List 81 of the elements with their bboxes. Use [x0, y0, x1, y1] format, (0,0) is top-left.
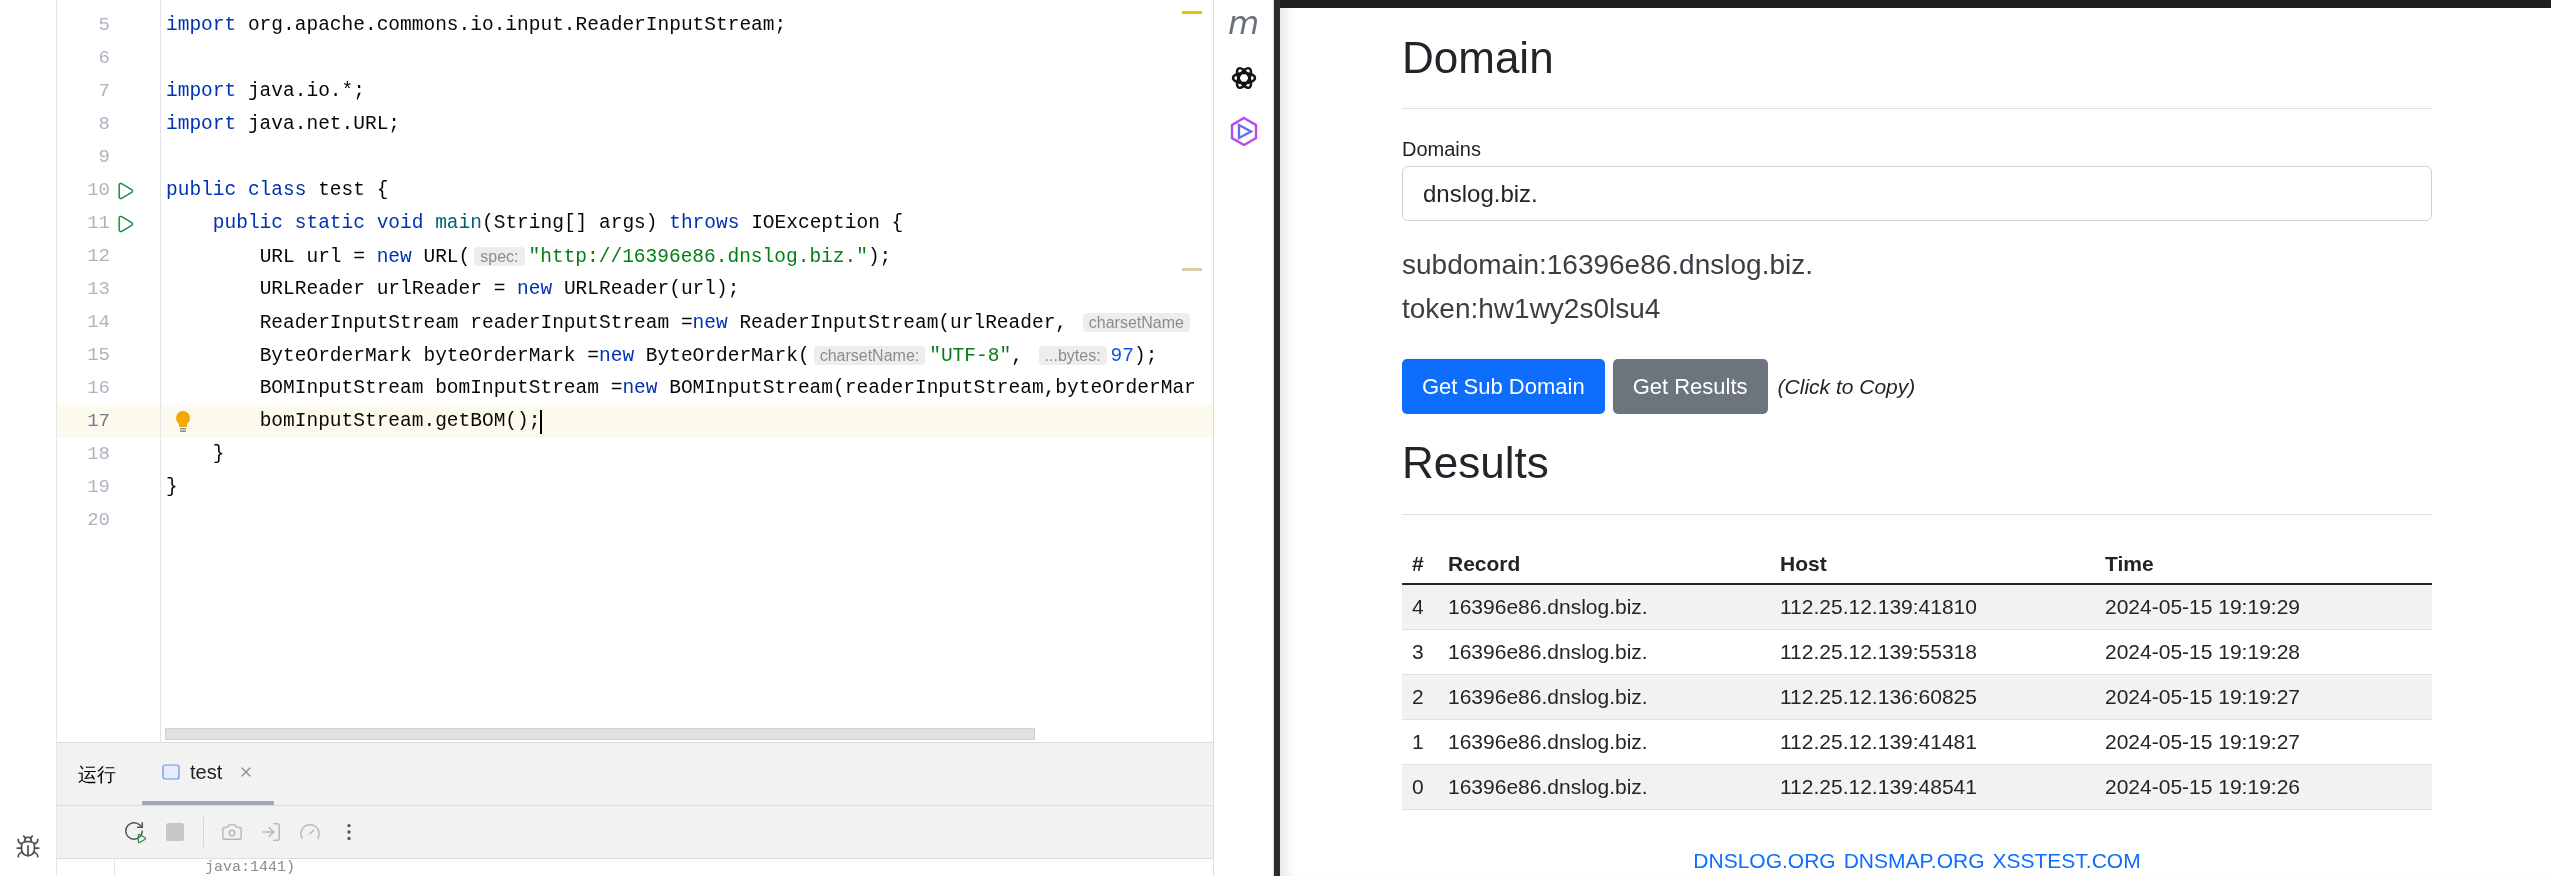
code-line: URL url = new URL( spec: "http://16396e86.dnslog.biz.");	[259, 244, 892, 270]
line-number: 18	[87, 442, 110, 468]
column-header: Host	[1780, 551, 1828, 578]
table-cell-text: 112.25.12.139:41810	[1780, 594, 1978, 621]
table-cell-text: 2024-05-15 19:19:27	[2105, 729, 2301, 756]
line-number: 10	[87, 178, 110, 204]
table-cell-text: 4	[1412, 594, 1425, 621]
line-number: 19	[87, 475, 110, 501]
hexagon-play-icon[interactable]	[1229, 116, 1258, 146]
table-cell-text: 16396e86.dnslog.biz.	[1448, 774, 1649, 801]
info-text[interactable]: subdomain:16396e86.dnslog.biz.	[1402, 243, 2432, 287]
footer-link[interactable]: XSSTEST.COM	[1992, 848, 2141, 874]
rerun-icon[interactable]	[123, 820, 147, 844]
code-line: URLReader urlReader = new URLReader(url);	[259, 277, 740, 302]
table-cell-text: 1	[1412, 729, 1425, 756]
table-cell-text: 3	[1412, 639, 1425, 666]
line-number: 8	[98, 112, 110, 138]
copy-hint: (Click to Copy)	[1777, 373, 1916, 400]
table-cell-text: 2024-05-15 19:19:28	[2105, 639, 2301, 666]
horizontal-scrollbar[interactable]	[165, 728, 1035, 740]
code-line: import java.io.*;	[166, 79, 365, 104]
table-cell-text: 2024-05-15 19:19:27	[2105, 684, 2301, 711]
table-cell-text: 16396e86.dnslog.biz.	[1448, 594, 1649, 621]
run-tab[interactable]: test	[142, 743, 275, 805]
line-number: 17	[87, 409, 110, 435]
field-label: Domains	[1402, 137, 1482, 161]
info-text[interactable]: token:hw1wy2s0lsu4	[1402, 287, 2432, 331]
column-header: Record	[1448, 551, 1522, 578]
line-number: 9	[98, 145, 110, 171]
line-number: 5	[98, 13, 110, 39]
line-number: 14	[87, 310, 110, 336]
line-number: 6	[98, 46, 110, 72]
table-cell-text: 16396e86.dnslog.biz.	[1448, 639, 1649, 666]
panel-title: 运行	[78, 761, 116, 787]
line-number: 11	[87, 211, 110, 237]
console-line: java:1441)	[205, 859, 295, 876]
scroll-marker	[1182, 268, 1202, 271]
code-line: public class test {	[166, 178, 389, 203]
code-line: ReaderInputStream readerInputStream =new ReaderInputStream(urlReader, charsetName	[259, 305, 1194, 340]
code-line: public static void main(String[] args) throws IOException {	[212, 211, 904, 236]
code-line: }	[166, 475, 178, 500]
line-number: 16	[87, 376, 110, 402]
code-line: BOMInputStream bomInputStream =new BOMInputStream(readerInputStream,byteOrderMar	[259, 376, 1196, 401]
table-cell-text: 112.25.12.139:48541	[1780, 774, 1978, 801]
table-cell-text: 16396e86.dnslog.biz.	[1448, 684, 1649, 711]
column-header: Time	[2105, 551, 2155, 578]
run-icon[interactable]	[115, 213, 135, 234]
line-number: 7	[98, 79, 110, 105]
line-number: 15	[87, 343, 110, 369]
run-icon[interactable]	[115, 180, 135, 201]
code-line: import org.apache.commons.io.input.ReaderInputStream;	[166, 13, 787, 38]
knot-logo-icon[interactable]	[1229, 64, 1258, 92]
table-cell-text: 2024-05-15 19:19:26	[2105, 774, 2301, 801]
table-cell-text: 2024-05-15 19:19:29	[2105, 594, 2301, 621]
page-heading: Domain	[1402, 32, 1555, 84]
get-results-button[interactable]: Get Results	[1612, 359, 1768, 414]
lightbulb-icon[interactable]	[175, 410, 191, 433]
scroll-marker	[1182, 11, 1202, 14]
line-number: 20	[87, 508, 110, 534]
table-cell-text: 2	[1412, 684, 1425, 711]
m-logo[interactable]: m	[1227, 6, 1260, 40]
table-cell-text: 16396e86.dnslog.biz.	[1448, 729, 1649, 756]
code-line: bomInputStream.getBOM();	[259, 409, 541, 434]
debug-icon[interactable]	[15, 834, 41, 860]
table-cell-text: 0	[1412, 774, 1425, 801]
footer-link[interactable]: DNSLOG.ORG	[1693, 848, 1836, 874]
line-number: 12	[87, 244, 110, 270]
get-subdomain-button[interactable]: Get Sub Domain	[1402, 359, 1605, 414]
line-number: 13	[87, 277, 110, 303]
column-header: #	[1412, 551, 1425, 578]
results-heading: Results	[1402, 437, 1550, 489]
table-cell-text: 112.25.12.139:41481	[1780, 729, 1978, 756]
code-line: import java.net.URL;	[166, 112, 401, 137]
domain-input[interactable]: dnslog.biz.	[1402, 166, 2432, 221]
window-icon	[162, 764, 180, 780]
code-line: }	[212, 442, 225, 467]
table-cell-text: 112.25.12.136:60825	[1780, 684, 1978, 711]
footer-link[interactable]: DNSMAP.ORG	[1843, 848, 1985, 874]
table-cell-text: 112.25.12.139:55318	[1780, 639, 1978, 666]
text-cursor	[540, 409, 543, 434]
code-line: ByteOrderMark byteOrderMark =new ByteOrderMark( charsetName: "UTF-8", ...bytes: 97);	[259, 343, 1158, 369]
